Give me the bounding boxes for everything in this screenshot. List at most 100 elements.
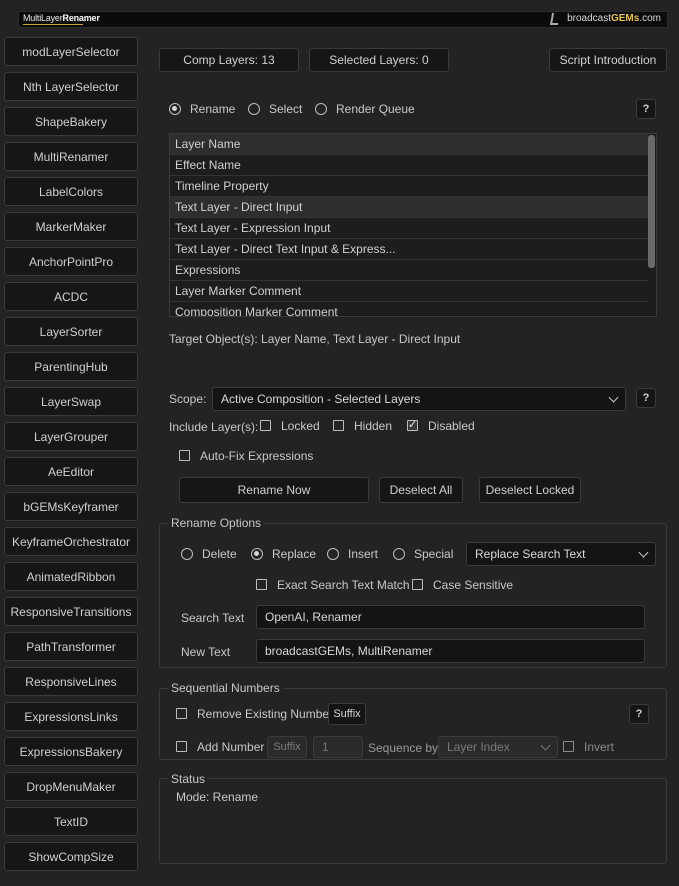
hidden-label: Hidden: [354, 419, 393, 433]
rename-now-button[interactable]: Rename Now: [179, 477, 369, 503]
target-list-item[interactable]: Layer Marker Comment: [170, 281, 648, 302]
brand-logo: broadcastGEMs.com: [567, 13, 661, 24]
target-list-item[interactable]: Timeline Property: [170, 176, 648, 197]
logo-text-prefix: MultiLayer: [23, 13, 63, 23]
disabled-label: Disabled: [428, 419, 475, 433]
auto-fix-expressions-checkbox[interactable]: [179, 450, 190, 461]
brand-prefix: broadcast: [567, 13, 611, 24]
header-bar: MultiLayerRenamer broadcastGEMs.com: [18, 11, 668, 28]
rename-special-radio[interactable]: [393, 548, 405, 560]
sequential-help-button[interactable]: ?: [629, 704, 649, 724]
rename-delete-label: Delete: [202, 547, 237, 561]
sidebar-item-keyframeorchestrator[interactable]: KeyframeOrchestrator: [4, 527, 138, 556]
scope-help-button[interactable]: ?: [636, 388, 656, 408]
target-list-item[interactable]: Text Layer - Direct Text Input & Express…: [170, 239, 648, 260]
sidebar-item-modlayerselector[interactable]: modLayerSelector: [4, 37, 138, 66]
add-suffix-button[interactable]: Suffix: [267, 736, 307, 758]
mode-select-label: Select: [269, 102, 303, 116]
mode-select-radio[interactable]: [248, 103, 260, 115]
brand-bold: GEMs: [610, 13, 640, 24]
rename-special-label: Special: [414, 547, 454, 561]
sidebar-item-aeeditor[interactable]: AeEditor: [4, 457, 138, 486]
auto-fix-expressions-label: Auto-Fix Expressions: [200, 449, 314, 463]
logo-text-bold: Renamer: [62, 13, 100, 23]
target-list-item[interactable]: Composition Marker Comment: [170, 302, 648, 316]
sequence-by-value: Layer Index: [447, 740, 510, 754]
sidebar-item-pathtransformer[interactable]: PathTransformer: [4, 632, 138, 661]
new-text-input[interactable]: broadcastGEMs, MultiRenamer: [256, 639, 645, 663]
locked-label: Locked: [281, 419, 320, 433]
brand-mark-icon: [549, 13, 561, 25]
target-list-item[interactable]: Text Layer - Expression Input: [170, 218, 648, 239]
scope-label: Scope:: [169, 392, 207, 406]
sidebar-item-layerswap[interactable]: LayerSwap: [4, 387, 138, 416]
new-text-label: New Text: [181, 645, 231, 659]
mode-help-button[interactable]: ?: [636, 99, 656, 119]
invert-checkbox[interactable]: [563, 741, 574, 752]
remove-suffix-button[interactable]: Suffix: [328, 703, 366, 725]
sidebar-item-showcompsize[interactable]: ShowCompSize: [4, 842, 138, 871]
selected-layers-button[interactable]: Selected Layers: 0: [309, 48, 449, 72]
sidebar-item-animatedribbon[interactable]: AnimatedRibbon: [4, 562, 138, 591]
target-list[interactable]: Layer Name Effect Name Timeline Property Te…: [169, 133, 657, 317]
rename-delete-radio[interactable]: [181, 548, 193, 560]
mode-render-queue-label: Render Queue: [336, 102, 415, 116]
sidebar-item-responsivelines[interactable]: ResponsiveLines: [4, 667, 138, 696]
sidebar-item-textid[interactable]: TextID: [4, 807, 138, 836]
rename-insert-label: Insert: [348, 547, 379, 561]
sidebar-item-layergrouper[interactable]: LayerGrouper: [4, 422, 138, 451]
case-sensitive-checkbox[interactable]: [412, 579, 423, 590]
sidebar-item-layersorter[interactable]: LayerSorter: [4, 317, 138, 346]
sidebar-item-markermaker[interactable]: MarkerMaker: [4, 212, 138, 241]
sidebar-item-anchorpointpro[interactable]: AnchorPointPro: [4, 247, 138, 276]
mode-rename-radio[interactable]: [169, 103, 181, 115]
add-number-checkbox[interactable]: [176, 741, 187, 752]
include-layers-label: Include Layer(s):: [169, 420, 259, 434]
scope-dropdown[interactable]: Active Composition - Selected Layers: [212, 387, 626, 411]
search-text-label: Search Text: [181, 611, 245, 625]
sidebar-item-expressionsbakery[interactable]: ExpressionsBakery: [4, 737, 138, 766]
sidebar-item-responsivetransitions[interactable]: ResponsiveTransitions: [4, 597, 138, 626]
hidden-checkbox[interactable]: [333, 420, 344, 431]
search-text-input[interactable]: OpenAI, Renamer: [256, 605, 645, 629]
sidebar-item-parentinghub[interactable]: ParentingHub: [4, 352, 138, 381]
logo-underline: [23, 24, 83, 25]
sidebar-item-expressionslinks[interactable]: ExpressionsLinks: [4, 702, 138, 731]
status-title: Status: [168, 772, 209, 786]
sidebar-item-shapebakery[interactable]: ShapeBakery: [4, 107, 138, 136]
target-list-item[interactable]: Text Layer - Direct Input: [170, 197, 648, 218]
sidebar-item-bgemskeyframer[interactable]: bGEMsKeyframer: [4, 492, 138, 521]
exact-match-checkbox[interactable]: [256, 579, 267, 590]
target-list-item[interactable]: Layer Name: [170, 134, 648, 155]
deselect-all-button[interactable]: Deselect All: [379, 477, 463, 503]
locked-checkbox[interactable]: [260, 420, 271, 431]
target-list-item[interactable]: Effect Name: [170, 155, 648, 176]
target-list-scrollbar[interactable]: [648, 135, 655, 268]
comp-layers-button[interactable]: Comp Layers: 13: [159, 48, 299, 72]
sequential-numbers-title: Sequential Numbers: [168, 681, 283, 695]
case-sensitive-label: Case Sensitive: [433, 578, 514, 592]
sidebar-item-labelcolors[interactable]: LabelColors: [4, 177, 138, 206]
target-list-item[interactable]: Expressions: [170, 260, 648, 281]
start-number-input[interactable]: 1: [313, 736, 363, 758]
sidebar-item-nth-layerselector[interactable]: Nth LayerSelector: [4, 72, 138, 101]
sidebar-item-dropmenumaker[interactable]: DropMenuMaker: [4, 772, 138, 801]
script-introduction-button[interactable]: Script Introduction: [549, 48, 667, 72]
mode-rename-label: Rename: [190, 102, 236, 116]
sidebar-item-acdc[interactable]: ACDC: [4, 282, 138, 311]
brand-suffix: .com: [639, 13, 661, 24]
chevron-down-icon: [638, 547, 649, 558]
sidebar-item-multirenamer[interactable]: MultiRenamer: [4, 142, 138, 171]
rename-insert-radio[interactable]: [327, 548, 339, 560]
mode-render-queue-radio[interactable]: [315, 103, 327, 115]
replace-mode-value: Replace Search Text: [475, 547, 586, 561]
rename-replace-radio[interactable]: [251, 548, 263, 560]
add-number-label: Add Number: [197, 740, 265, 754]
invert-label: Invert: [584, 740, 615, 754]
deselect-locked-button[interactable]: Deselect Locked: [479, 477, 581, 503]
status-text: Mode: Rename: [176, 790, 259, 804]
remove-existing-number-checkbox[interactable]: [176, 708, 187, 719]
sequence-by-dropdown[interactable]: Layer Index: [438, 736, 558, 758]
replace-mode-dropdown[interactable]: Replace Search Text: [466, 542, 656, 566]
disabled-checkbox[interactable]: [407, 418, 418, 431]
